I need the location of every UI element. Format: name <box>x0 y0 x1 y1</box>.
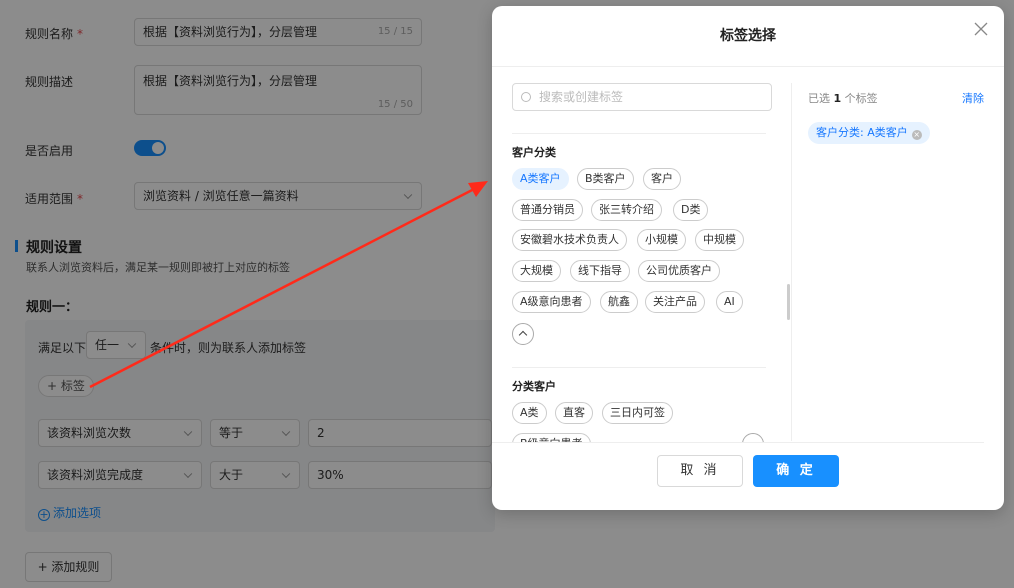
tag-chip[interactable]: 关注产品 <box>645 291 705 313</box>
tag-chip[interactable]: 公司优质客户 <box>638 260 720 282</box>
tag-chip[interactable]: 中规模 <box>695 229 744 251</box>
tag-chip[interactable]: 普通分销员 <box>512 199 583 221</box>
tag-group-title: 客户分类 <box>512 146 556 159</box>
collapse-tags-button[interactable] <box>512 323 534 345</box>
tag-chip[interactable]: B类客户 <box>577 168 634 190</box>
tag-chip[interactable]: 直客 <box>555 402 593 424</box>
remove-icon[interactable]: × <box>911 130 922 140</box>
expand-tags-button[interactable] <box>742 433 764 442</box>
cancel-button[interactable]: 取 消 <box>657 455 743 487</box>
scrollbar[interactable] <box>787 284 790 320</box>
tag-chip[interactable]: B级意向患者 <box>512 433 591 442</box>
divider <box>512 133 766 134</box>
modal-title: 标签选择 <box>720 28 776 44</box>
chevron-up-icon <box>518 330 528 340</box>
clipped-row: B级意向患者 <box>492 432 792 442</box>
tag-chip[interactable]: 小规模 <box>637 229 686 251</box>
tag-chip[interactable]: D类 <box>673 199 709 221</box>
tag-chip[interactable]: 三日内可签 <box>602 402 673 424</box>
tag-chip[interactable]: 安徽碧水技术负责人 <box>512 229 627 251</box>
tag-chip[interactable]: A级意向患者 <box>512 291 591 313</box>
tag-search-input[interactable]: 搜索或创建标签 <box>512 83 772 111</box>
divider <box>512 367 766 368</box>
selected-tag-chip[interactable]: 客户分类: A类客户 × <box>808 122 930 144</box>
tag-chip[interactable]: A类 <box>512 402 547 424</box>
footer-divider <box>492 442 984 443</box>
tag-select-modal: 标签选择 搜索或创建标签 客户分类 A类客户 B类客户 客户 普通分销员 张三转… <box>492 6 1004 510</box>
panel-divider <box>791 83 792 441</box>
tag-group-title: 分类客户 <box>512 380 556 393</box>
search-icon <box>521 92 531 102</box>
header-divider <box>492 66 1004 67</box>
tag-chip[interactable]: AI <box>716 291 743 313</box>
tag-chip[interactable]: 客户 <box>643 168 681 190</box>
tag-chip[interactable]: 航鑫 <box>600 291 638 313</box>
close-icon[interactable] <box>974 22 988 36</box>
tag-chip-selected[interactable]: A类客户 <box>512 168 569 190</box>
tag-chip[interactable]: 大规模 <box>512 260 561 282</box>
tag-chip[interactable]: 张三转介绍 <box>591 199 662 221</box>
tag-chip[interactable]: 线下指导 <box>570 260 630 282</box>
clear-link[interactable]: 清除 <box>962 90 984 106</box>
confirm-button[interactable]: 确 定 <box>753 455 839 487</box>
selected-count-text: 已选 1 个标签 <box>808 92 878 105</box>
